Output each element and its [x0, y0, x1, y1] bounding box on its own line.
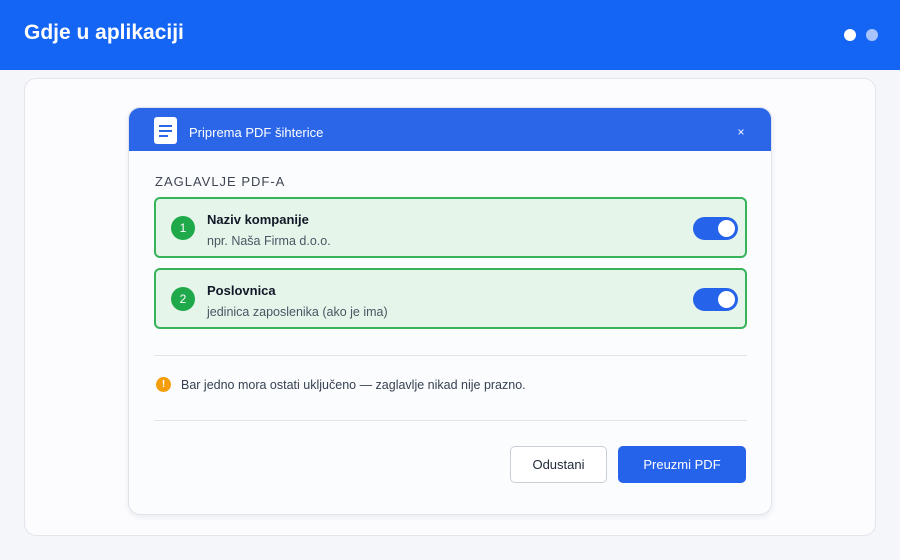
option-subtitle: npr. Naša Firma d.o.o. — [207, 234, 331, 248]
warning-info-icon: ! — [156, 377, 171, 392]
option-subtitle: jedinica zaposlenika (ako je ima) — [207, 305, 388, 319]
toggle-knob — [718, 220, 735, 237]
window-dot-icon — [866, 29, 878, 41]
divider — [154, 355, 747, 356]
dialog-header: Priprema PDF šihterice × — [129, 108, 771, 151]
app-title: Gdje u aplikaciji — [24, 21, 184, 44]
company-toggle[interactable] — [693, 217, 738, 240]
close-icon[interactable]: × — [733, 125, 749, 141]
section-label: ZAGLAVLJE PDF-A — [155, 174, 286, 189]
info-message: Bar jedno mora ostati uključeno — zaglav… — [181, 378, 526, 392]
window-dot-icon — [844, 29, 856, 41]
option-number-badge: 2 — [171, 287, 195, 311]
option-title: Poslovnica — [207, 283, 276, 298]
header-option-branch[interactable]: 2 Poslovnica jedinica zaposlenika (ako j… — [154, 268, 747, 329]
top-bar: Gdje u aplikaciji — [0, 0, 900, 70]
option-number-badge: 1 — [171, 216, 195, 240]
cancel-button[interactable]: Odustani — [510, 446, 607, 483]
divider — [154, 420, 747, 421]
dialog-title: Priprema PDF šihterice — [189, 125, 324, 140]
document-icon — [154, 117, 177, 144]
branch-toggle[interactable] — [693, 288, 738, 311]
header-option-company[interactable]: 1 Naziv kompanije npr. Naša Firma d.o.o. — [154, 197, 747, 258]
option-title: Naziv kompanije — [207, 212, 309, 227]
toggle-knob — [718, 291, 735, 308]
download-pdf-button[interactable]: Preuzmi PDF — [618, 446, 746, 483]
pdf-export-dialog: Priprema PDF šihterice × ZAGLAVLJE PDF-A… — [128, 107, 772, 515]
